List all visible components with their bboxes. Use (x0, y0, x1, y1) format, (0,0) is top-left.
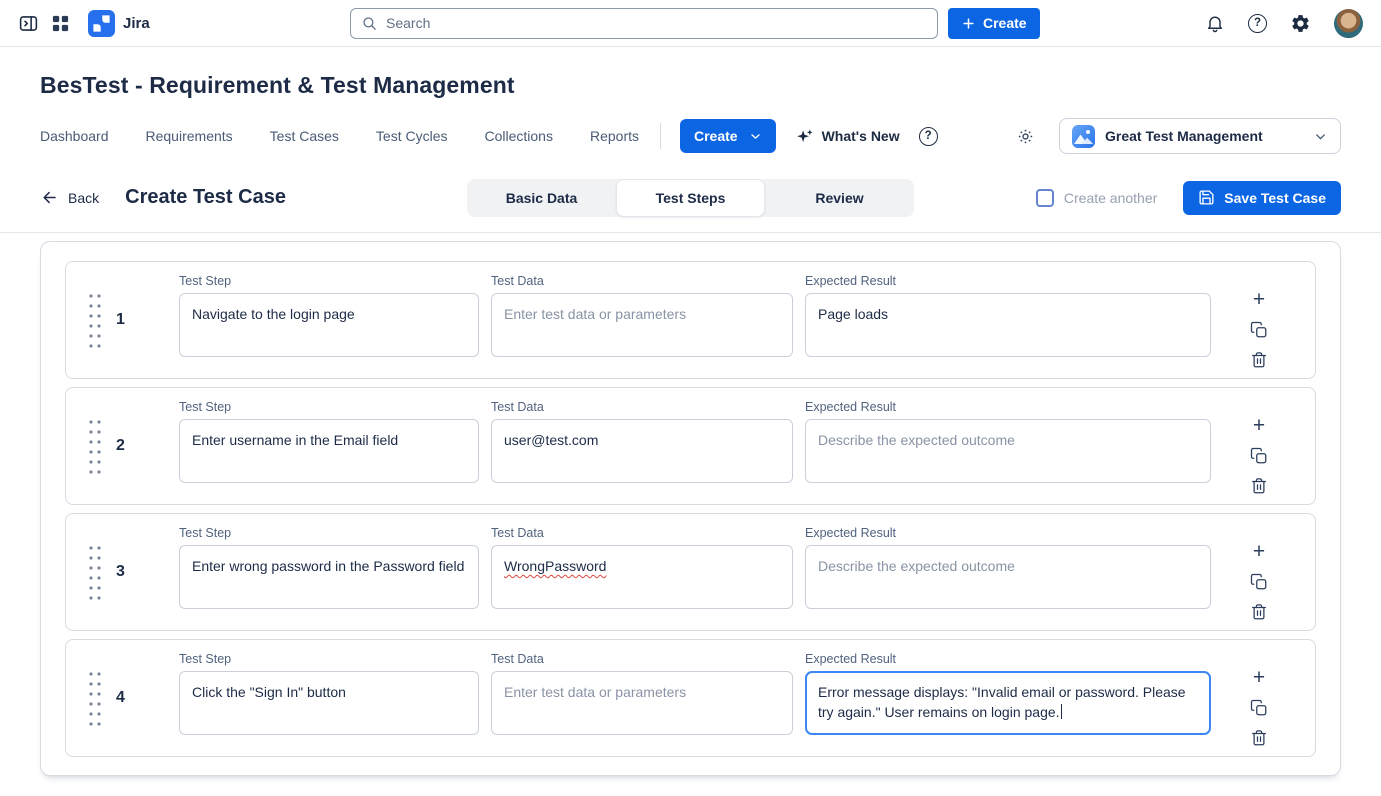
expected-result-label: Expected Result (805, 652, 1211, 666)
test-step-label: Test Step (179, 274, 479, 288)
expected-result-label: Expected Result (805, 400, 1211, 414)
test-step-row: 2 Test Step Enter username in the Email … (65, 387, 1316, 505)
test-step-input[interactable]: Enter username in the Email field (179, 419, 479, 483)
drag-handle-icon[interactable] (87, 669, 103, 727)
expected-result-input[interactable]: Describe the expected outcome (805, 419, 1211, 483)
project-name: Great Test Management (1105, 128, 1303, 144)
create-another-checkbox[interactable] (1036, 189, 1054, 207)
project-selector-dropdown[interactable]: Great Test Management (1059, 118, 1341, 154)
test-step-label: Test Step (179, 400, 479, 414)
nav-item-requirements[interactable]: Requirements (146, 128, 233, 144)
duplicate-step-icon[interactable] (1248, 571, 1270, 593)
plus-icon (961, 16, 976, 31)
top-navigation-bar: Jira Search Create ? (0, 0, 1381, 47)
nav-item-test-cycles[interactable]: Test Cycles (376, 128, 448, 144)
expected-result-input-focused[interactable]: Error message displays: "Invalid email o… (805, 671, 1211, 735)
test-data-label: Test Data (491, 526, 793, 540)
step-number: 2 (116, 437, 125, 455)
nav-item-reports[interactable]: Reports (590, 128, 639, 144)
global-create-button[interactable]: Create (948, 8, 1040, 39)
test-data-label: Test Data (491, 274, 793, 288)
app-switcher-icon[interactable] (51, 14, 70, 33)
add-step-icon[interactable]: + (1248, 541, 1270, 563)
test-step-label: Test Step (179, 652, 479, 666)
chevron-down-icon (1313, 129, 1328, 144)
add-step-icon[interactable]: + (1248, 289, 1270, 311)
back-button[interactable]: Back (40, 188, 99, 207)
chevron-down-icon (749, 130, 762, 143)
save-icon (1198, 189, 1215, 206)
help-icon[interactable]: ? (1248, 14, 1267, 33)
tab-review[interactable]: Review (765, 179, 914, 217)
test-data-input[interactable]: WrongPassword (491, 545, 793, 609)
nav-divider (660, 123, 661, 149)
test-data-label: Test Data (491, 400, 793, 414)
settings-gear-icon[interactable] (1290, 13, 1311, 34)
search-input[interactable]: Search (350, 8, 938, 39)
theme-toggle-sun-icon[interactable] (1016, 127, 1035, 146)
test-step-label: Test Step (179, 526, 479, 540)
step-number: 4 (116, 689, 125, 707)
app-navigation: Dashboard Requirements Test Cases Test C… (0, 116, 1381, 156)
delete-step-icon[interactable] (1248, 727, 1270, 749)
test-data-input[interactable]: Enter test data or parameters (491, 293, 793, 357)
duplicate-step-icon[interactable] (1248, 319, 1270, 341)
create-another-label: Create another (1064, 190, 1157, 206)
test-step-row: 4 Test Step Click the "Sign In" button T… (65, 639, 1316, 757)
expected-result-input[interactable]: Page loads (805, 293, 1211, 357)
expected-result-label: Expected Result (805, 274, 1211, 288)
arrow-left-icon (40, 188, 59, 207)
misspelled-text: WrongPassword (504, 558, 606, 574)
user-avatar[interactable] (1334, 9, 1363, 38)
search-icon (361, 15, 378, 32)
page-title: BesTest - Requirement & Test Management (40, 72, 1341, 99)
create-dropdown-button[interactable]: Create (680, 119, 776, 153)
sidebar-toggle-icon[interactable] (18, 13, 39, 34)
test-steps-panel: 1 Test Step Navigate to the login page T… (40, 241, 1341, 776)
nav-item-collections[interactable]: Collections (484, 128, 552, 144)
test-step-input[interactable]: Click the "Sign In" button (179, 671, 479, 735)
add-step-icon[interactable]: + (1248, 667, 1270, 689)
wizard-step-tabs: Basic Data Test Steps Review (467, 179, 914, 217)
tab-basic-data[interactable]: Basic Data (467, 179, 616, 217)
duplicate-step-icon[interactable] (1248, 697, 1270, 719)
expected-result-label: Expected Result (805, 526, 1211, 540)
save-test-case-button[interactable]: Save Test Case (1183, 181, 1341, 215)
app-name: Jira (123, 15, 150, 32)
sparkles-icon (795, 127, 814, 146)
drag-handle-icon[interactable] (87, 417, 103, 475)
nav-item-dashboard[interactable]: Dashboard (40, 128, 109, 144)
jira-logo-icon (88, 10, 115, 37)
whats-new-button[interactable]: What's New (795, 127, 900, 146)
delete-step-icon[interactable] (1248, 475, 1270, 497)
notifications-bell-icon[interactable] (1205, 13, 1225, 33)
project-avatar-icon (1072, 125, 1095, 148)
drag-handle-icon[interactable] (87, 543, 103, 601)
test-step-row: 1 Test Step Navigate to the login page T… (65, 261, 1316, 379)
expected-result-input[interactable]: Describe the expected outcome (805, 545, 1211, 609)
jira-home-link[interactable]: Jira (88, 10, 150, 37)
search-placeholder: Search (386, 15, 430, 31)
test-data-label: Test Data (491, 652, 793, 666)
delete-step-icon[interactable] (1248, 349, 1270, 371)
help-icon[interactable]: ? (919, 127, 938, 146)
nav-item-test-cases[interactable]: Test Cases (270, 128, 339, 144)
step-number: 1 (116, 311, 125, 329)
create-another-option[interactable]: Create another (1036, 189, 1157, 207)
duplicate-step-icon[interactable] (1248, 445, 1270, 467)
test-step-row: 3 Test Step Enter wrong password in the … (65, 513, 1316, 631)
drag-handle-icon[interactable] (87, 291, 103, 349)
delete-step-icon[interactable] (1248, 601, 1270, 623)
tab-test-steps[interactable]: Test Steps (616, 179, 765, 217)
step-number: 3 (116, 563, 125, 581)
text-cursor (1061, 704, 1063, 719)
test-step-input[interactable]: Navigate to the login page (179, 293, 479, 357)
test-step-input[interactable]: Enter wrong password in the Password fie… (179, 545, 479, 609)
screen-title: Create Test Case (125, 186, 286, 209)
create-test-case-toolbar: Back Create Test Case Basic Data Test St… (0, 169, 1381, 233)
test-data-input[interactable]: Enter test data or parameters (491, 671, 793, 735)
test-data-input[interactable]: user@test.com (491, 419, 793, 483)
add-step-icon[interactable]: + (1248, 415, 1270, 437)
